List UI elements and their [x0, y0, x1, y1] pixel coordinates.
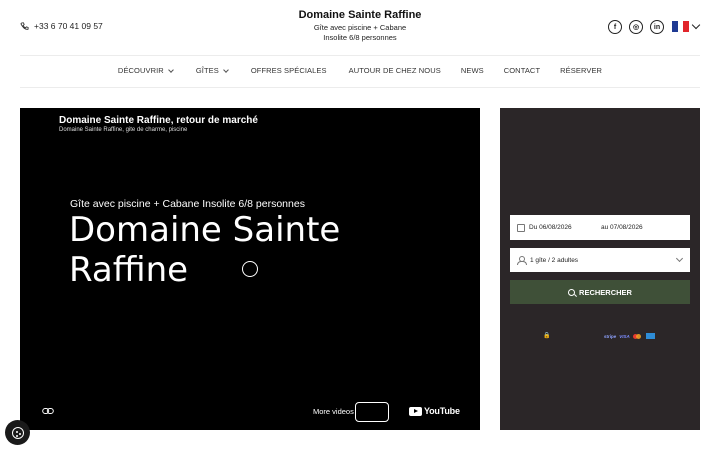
- cookie-settings-button[interactable]: [5, 420, 30, 445]
- chevron-down-icon: [223, 66, 229, 73]
- date-from: Du 06/08/2026: [529, 224, 572, 231]
- nav-label: NEWS: [460, 66, 484, 75]
- nav-item-reserver[interactable]: RÉSERVER: [560, 66, 602, 75]
- nav-item-contact[interactable]: CONTACT: [504, 66, 540, 75]
- youtube-play-icon: [409, 406, 422, 416]
- amex-icon: [645, 333, 655, 339]
- nav-divider: [20, 87, 700, 88]
- search-icon: [568, 288, 576, 296]
- nav-item-autour[interactable]: AUTOUR DE CHEZ NOUS: [349, 66, 441, 75]
- facebook-icon[interactable]: f: [608, 20, 622, 34]
- more-videos-button[interactable]: [355, 402, 389, 422]
- search-button[interactable]: RECHERCHER: [510, 280, 690, 304]
- nav-label: CONTACT: [503, 66, 541, 75]
- site-subtitle-line2: Insolite 6/8 personnes: [323, 33, 397, 42]
- search-label: RECHERCHER: [579, 287, 632, 297]
- social-links: f ◎ in: [608, 20, 664, 34]
- secure-lock-icon: 🔒: [543, 333, 551, 339]
- nav-label: OFFRES SPÉCIALES: [250, 66, 327, 75]
- payment-methods: stripe VISA: [604, 333, 655, 339]
- nav-item-decouvrir[interactable]: DÉCOUVRIR: [117, 66, 174, 75]
- site-title: Domaine Sainte Raffine: [298, 9, 422, 21]
- french-flag-icon: [672, 21, 690, 32]
- calendar-icon: [517, 223, 525, 232]
- cookie-icon: [11, 426, 24, 439]
- users-icon: [517, 256, 527, 265]
- stripe-logo: stripe: [604, 333, 617, 339]
- visa-logo: VISA: [619, 333, 630, 339]
- nav-label: GÎTES: [195, 66, 219, 75]
- date-range-picker[interactable]: Du 06/08/2026 au 07/08/2026: [510, 215, 690, 240]
- hero-title: Domaine Sainte Raffine: [69, 210, 341, 290]
- brand-block[interactable]: Domaine Sainte Raffine Gîte avec piscine…: [260, 9, 460, 43]
- guests-value: 1 gîte / 2 adultes: [530, 256, 579, 264]
- chevron-down-icon: [691, 20, 701, 30]
- video-channel: Domaine Sainte Raffine, gite de charme, …: [59, 127, 188, 133]
- link-icon[interactable]: [42, 407, 54, 415]
- header-divider: [20, 55, 700, 56]
- phone-icon: [20, 21, 29, 30]
- mastercard-icon: [632, 333, 643, 339]
- youtube-wordmark: YouTube: [424, 406, 460, 416]
- youtube-logo-link[interactable]: YouTube: [409, 406, 460, 416]
- chevron-down-icon: [167, 66, 174, 73]
- nav-item-gites[interactable]: GÎTES: [195, 66, 229, 75]
- site-header: +33 6 70 41 09 57 Domaine Sainte Raffine…: [0, 0, 720, 56]
- nav-label: AUTOUR DE CHEZ NOUS: [348, 66, 441, 75]
- nav-item-offres-speciales[interactable]: OFFRES SPÉCIALES: [251, 66, 327, 75]
- date-to: au 07/08/2026: [601, 224, 643, 231]
- youtube-video-player[interactable]: Domaine Sainte Raffine, retour de marché…: [20, 108, 480, 430]
- linkedin-icon[interactable]: in: [650, 20, 664, 34]
- phone-number: +33 6 70 41 09 57: [34, 21, 103, 31]
- chevron-down-icon: [675, 254, 684, 263]
- main-nav: DÉCOUVRIR GÎTES OFFRES SPÉCIALES AUTOUR …: [0, 66, 720, 75]
- hero-subtitle: Gîte avec piscine + Cabane Insolite 6/8 …: [70, 198, 305, 210]
- site-subtitle: Gîte avec piscine + Cabane Insolite 6/8 …: [260, 23, 460, 43]
- instagram-icon[interactable]: ◎: [629, 20, 643, 34]
- loading-spinner-icon: [242, 261, 258, 277]
- guests-selector[interactable]: 1 gîte / 2 adultes: [510, 248, 690, 272]
- video-title[interactable]: Domaine Sainte Raffine, retour de marché: [59, 115, 258, 126]
- language-selector[interactable]: [672, 20, 701, 32]
- site-subtitle-line1: Gîte avec piscine + Cabane: [313, 23, 407, 32]
- nav-label: RÉSERVER: [560, 66, 603, 75]
- nav-item-news[interactable]: NEWS: [461, 66, 484, 75]
- nav-label: DÉCOUVRIR: [117, 66, 164, 75]
- booking-panel: Du 06/08/2026 au 07/08/2026 1 gîte / 2 a…: [500, 108, 700, 430]
- more-videos-label: More videos: [313, 407, 354, 416]
- flag-stripe: [683, 21, 690, 32]
- phone-link[interactable]: +33 6 70 41 09 57: [20, 21, 103, 31]
